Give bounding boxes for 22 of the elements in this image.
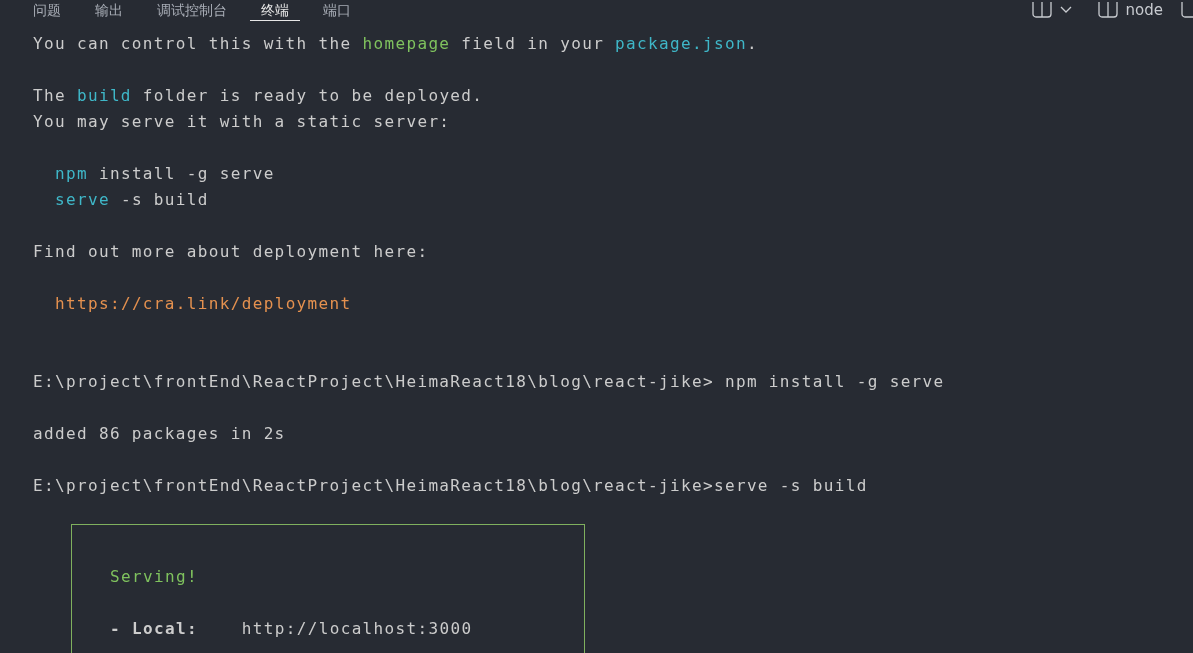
terminal-line: Serving! [110,566,199,588]
terminal-line: The build folder is ready to be deployed. [33,85,485,107]
terminal-line: E:\project\frontEnd\ReactProject\HeimaReact18\blog\react-jike> npm install -g serve [33,371,946,393]
terminal-line: - Local: http://localhost:3000 [110,618,474,640]
split-panel-icon[interactable] [1031,2,1052,18]
panel-tab[interactable]: 终端 [250,0,300,21]
chevron-down-icon[interactable] [1059,6,1072,14]
panel-tab[interactable]: 输出 [84,0,134,21]
terminal-line: You may serve it with a static server: [33,111,452,133]
terminal-name[interactable]: node [1125,1,1163,19]
terminal-line: npm install -g serve [55,163,276,185]
split-panel-icon[interactable] [1097,2,1118,18]
panel-tab[interactable]: 端口 [312,0,362,21]
panel-tab[interactable]: 调试控制台 [146,0,238,21]
terminal-line: Find out more about deployment here: [33,241,430,263]
terminal-line: E:\project\frontEnd\ReactProject\HeimaReact18\blog\react-jike>serve -s build [33,475,869,497]
panel-icon[interactable] [1181,2,1193,18]
terminal-line: You can control this with the homepage field in your package.json. [33,33,759,55]
panel-tab[interactable]: 问题 [22,0,72,21]
terminal-line: serve -s build [55,189,210,211]
terminal-line: added 86 packages in 2s [33,423,287,445]
terminal-line: https://cra.link/deployment [55,293,353,315]
